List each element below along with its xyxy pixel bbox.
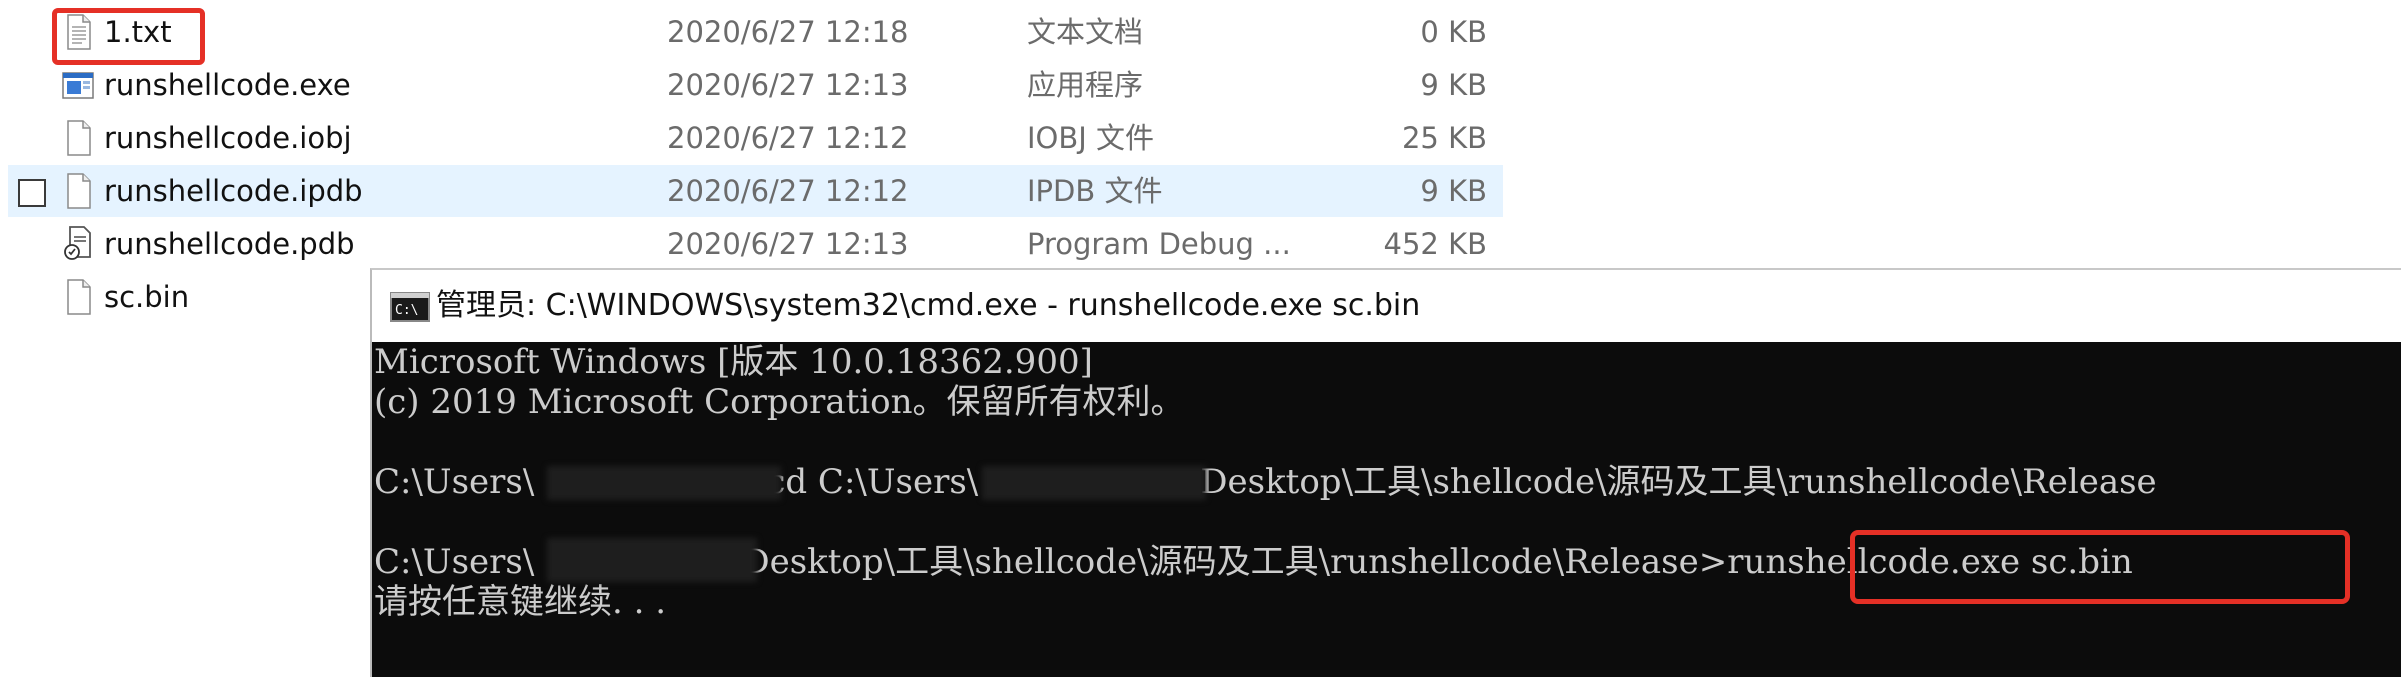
file-name[interactable]: sc.bin [104, 271, 189, 323]
file-type: IPDB 文件 [1027, 174, 1163, 208]
console-line: (c) 2019 Microsoft Corporation。保留所有权利。 [374, 382, 1185, 422]
console-line: 请按任意键继续. . . [374, 582, 667, 622]
redaction-blur [547, 538, 757, 582]
cmd-titlebar[interactable]: C:\ 管理员: C:\WINDOWS\system32\cmd.exe - r… [372, 270, 2401, 342]
screenshot: 1.txt 2020/6/27 12:18 文本文档 0 KB runshell… [0, 0, 2401, 677]
file-type: IOBJ 文件 [1027, 121, 1155, 155]
file-name[interactable]: 1.txt [104, 6, 172, 58]
debug-database-icon [64, 226, 91, 260]
cmd-window-title: 管理员: C:\WINDOWS\system32\cmd.exe - runsh… [436, 288, 1421, 323]
file-date: 2020/6/27 12:12 [667, 121, 909, 155]
console-text: C:\Users\ [374, 542, 535, 582]
text-document-icon [67, 14, 91, 50]
file-size: 452 KB [1383, 227, 1487, 261]
file-name[interactable]: runshellcode.ipdb [104, 165, 363, 217]
row-select-checkbox[interactable] [18, 179, 46, 207]
file-row-runshellcode-pdb[interactable]: runshellcode.pdb 2020/6/27 12:13 Program… [8, 218, 1503, 270]
blank-file-icon [67, 120, 91, 156]
file-type: 应用程序 [1027, 68, 1144, 102]
command-prompt-icon: C:\ [390, 292, 430, 322]
console-text: Desktop\工具\shellcode\源码及工具\runshellcode\… [1200, 462, 2157, 502]
file-date: 2020/6/27 12:18 [667, 15, 909, 49]
file-size: 25 KB [1401, 121, 1487, 155]
file-name[interactable]: runshellcode.iobj [104, 112, 352, 164]
console-command: runshellcode.exe sc.bin [1727, 542, 2133, 582]
redaction-blur [982, 466, 1206, 500]
cmd-window[interactable]: C:\ 管理员: C:\WINDOWS\system32\cmd.exe - r… [370, 268, 2401, 677]
file-date: 2020/6/27 12:13 [667, 68, 909, 102]
file-name[interactable]: runshellcode.exe [104, 59, 351, 111]
file-row-runshellcode-ipdb[interactable]: runshellcode.ipdb 2020/6/27 12:12 IPDB 文… [8, 165, 1503, 217]
console-text: C:\Users\ [374, 462, 535, 502]
file-name[interactable]: runshellcode.pdb [104, 218, 355, 270]
svg-text:C:\: C:\ [395, 303, 418, 318]
file-row-runshellcode-iobj[interactable]: runshellcode.iobj 2020/6/27 12:12 IOBJ 文… [8, 112, 1503, 164]
file-row-runshellcode-exe[interactable]: runshellcode.exe 2020/6/27 12:13 应用程序 9 … [8, 59, 1503, 111]
blank-file-icon [67, 279, 91, 315]
console-text: cd C:\Users\ [766, 462, 979, 502]
file-type: Program Debug ... [1027, 227, 1291, 261]
redaction-blur [547, 466, 781, 500]
file-type: 文本文档 [1027, 15, 1144, 49]
file-row-1-txt[interactable]: 1.txt 2020/6/27 12:18 文本文档 0 KB [8, 6, 1503, 65]
file-size: 9 KB [1420, 174, 1487, 208]
application-icon [62, 72, 94, 99]
console-line: Microsoft Windows [版本 10.0.18362.900] [374, 342, 1093, 382]
blank-file-icon [67, 173, 91, 209]
file-date: 2020/6/27 12:12 [667, 174, 909, 208]
file-size: 9 KB [1420, 68, 1487, 102]
file-size: 0 KB [1420, 15, 1487, 49]
console-text: Desktop\工具\shellcode\源码及工具\runshellcode\… [742, 542, 1728, 582]
file-date: 2020/6/27 12:13 [667, 227, 909, 261]
console-output[interactable]: Microsoft Windows [版本 10.0.18362.900] (c… [372, 342, 2401, 677]
